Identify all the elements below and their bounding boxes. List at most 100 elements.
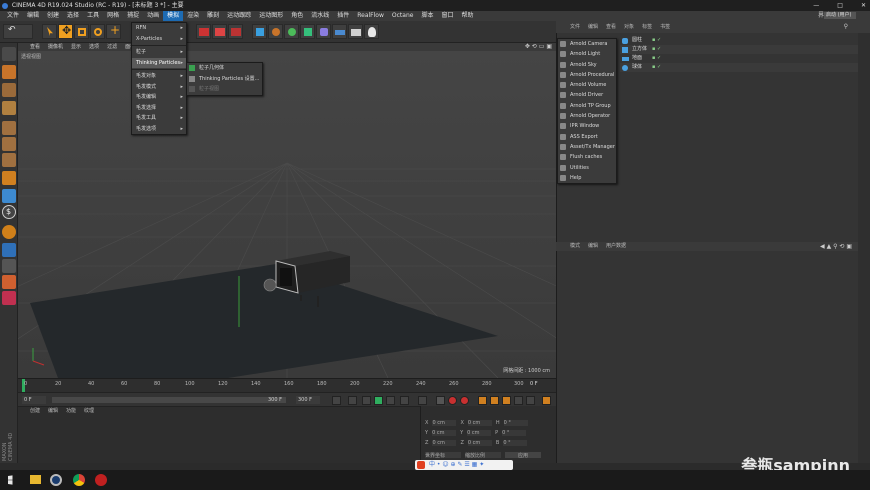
- pla-key-button[interactable]: [526, 396, 535, 405]
- menu-item-hair-objects[interactable]: 毛发对象 ▸: [132, 71, 186, 82]
- menu-select[interactable]: 选择: [63, 11, 83, 21]
- cube-button[interactable]: [252, 24, 267, 39]
- menu-file[interactable]: 文件: [3, 11, 23, 21]
- axis-mode-button[interactable]: [2, 171, 16, 185]
- visibility-dots[interactable]: ▪ ✓: [652, 36, 661, 45]
- menu-simulate[interactable]: 模拟: [163, 11, 184, 21]
- end-frame-field[interactable]: 300 F: [268, 396, 290, 404]
- subdivision-button[interactable]: [284, 24, 299, 39]
- array-button[interactable]: [300, 24, 315, 39]
- menu-item-hair-select[interactable]: 毛发选择 ▸: [132, 103, 186, 114]
- render-picture-button[interactable]: [212, 24, 227, 39]
- object-menu-objects[interactable]: 对象: [620, 21, 638, 33]
- menu-item-xparticles[interactable]: X-Particles ▸: [132, 34, 186, 45]
- select-tool-button[interactable]: [42, 24, 57, 39]
- material-menu-create[interactable]: 创建: [26, 407, 44, 415]
- keyframe-selection-button[interactable]: [460, 396, 469, 405]
- menu-item-hair-tools[interactable]: 毛发工具 ▸: [132, 113, 186, 124]
- deformer-button[interactable]: [316, 24, 331, 39]
- search-icon[interactable]: ⚲: [844, 21, 848, 33]
- menu-item-hair-mode[interactable]: 毛发模式 ▸: [132, 82, 186, 93]
- menu-sculpt[interactable]: 雕刻: [203, 11, 223, 21]
- rot-b-field[interactable]: 0 °: [503, 440, 528, 446]
- object-menu-view[interactable]: 查看: [602, 21, 620, 33]
- cinema4d-taskbar-icon[interactable]: [50, 474, 62, 486]
- attribute-menu-userdata[interactable]: 用户数据: [602, 242, 630, 251]
- menu-edit[interactable]: 编辑: [23, 11, 43, 21]
- viewport-nav-icons[interactable]: ✥ ⟲ ▭ ▣: [525, 43, 552, 51]
- sculpt-button[interactable]: [2, 243, 16, 257]
- pos-y-field[interactable]: 0 cm: [432, 430, 457, 436]
- param-key-button[interactable]: [514, 396, 523, 405]
- ime-toolbar[interactable]: 中 • ☺ ⊕ ✎ ☰ ▦ ✦: [415, 460, 513, 470]
- menu-item-arnold-operator[interactable]: Arnold Operator: [558, 111, 616, 121]
- size-mode-select[interactable]: 缩放比例: [465, 452, 501, 459]
- menu-pipeline[interactable]: 流水线: [307, 11, 333, 21]
- record-app-icon[interactable]: [95, 474, 107, 486]
- render-view-button[interactable]: [196, 24, 211, 39]
- menu-tools[interactable]: 工具: [83, 11, 103, 21]
- visibility-dots[interactable]: ▪ ✓: [652, 45, 661, 54]
- undo-button[interactable]: ↶: [3, 24, 33, 39]
- render-settings-button[interactable]: [228, 24, 243, 39]
- menu-item-arnold-tp-group[interactable]: Arnold TP Group: [558, 101, 616, 111]
- menu-help[interactable]: 帮助: [457, 11, 477, 21]
- menu-motion-tracking[interactable]: 运动跟踪: [223, 11, 255, 21]
- polygons-mode-button[interactable]: [2, 153, 16, 167]
- pos-x-field[interactable]: 0 cm: [432, 420, 457, 426]
- menu-item-utilities[interactable]: Utilities: [558, 163, 616, 173]
- menu-create[interactable]: 创建: [43, 11, 63, 21]
- goto-start-button[interactable]: [332, 396, 341, 405]
- menu-octane[interactable]: Octane: [388, 11, 418, 21]
- chrome-icon[interactable]: [73, 474, 85, 486]
- layout-select[interactable]: 启动 (用户): [824, 12, 856, 19]
- maximize-button[interactable]: □: [837, 0, 843, 11]
- xparticles-button[interactable]: [2, 275, 16, 289]
- attribute-menu-mode[interactable]: 模式: [566, 242, 584, 251]
- menu-realflow[interactable]: RealFlow: [353, 11, 388, 21]
- light-button[interactable]: [364, 24, 379, 39]
- viewport-menu-display[interactable]: 显示: [67, 43, 85, 51]
- viewport-menu-filter[interactable]: 过滤: [103, 43, 121, 51]
- camera-button[interactable]: [348, 24, 363, 39]
- edges-mode-button[interactable]: [2, 137, 16, 151]
- viewport-menu-options[interactable]: 选项: [85, 43, 103, 51]
- play-button[interactable]: [374, 396, 383, 405]
- start-frame-field[interactable]: 0 F: [22, 396, 46, 404]
- material-menu-function[interactable]: 功能: [62, 407, 80, 415]
- menu-item-arnold-sky[interactable]: Arnold Sky: [558, 60, 616, 70]
- autokey-button[interactable]: [448, 396, 457, 405]
- menu-item-arnold-driver[interactable]: Arnold Driver: [558, 90, 616, 100]
- points-mode-button[interactable]: [2, 121, 16, 135]
- menu-window[interactable]: 窗口: [437, 11, 457, 21]
- make-editable-button[interactable]: [2, 47, 16, 61]
- menu-item-hair-options[interactable]: 毛发选项 ▸: [132, 124, 186, 135]
- next-key-button[interactable]: [400, 396, 409, 405]
- position-key-button[interactable]: [478, 396, 487, 405]
- menu-animate[interactable]: 动画: [143, 11, 163, 21]
- prev-key-button[interactable]: [348, 396, 357, 405]
- menu-item-ipr-window[interactable]: IPR Window: [558, 121, 616, 131]
- size-y-field[interactable]: 0 cm: [467, 430, 492, 436]
- hair-button[interactable]: [2, 259, 16, 273]
- minimize-button[interactable]: —: [813, 0, 819, 11]
- apply-button[interactable]: 应用: [505, 452, 541, 459]
- menu-character[interactable]: 角色: [287, 11, 307, 21]
- menu-item-arnold-procedural[interactable]: Arnold Procedural: [558, 70, 616, 80]
- rot-p-field[interactable]: 0 °: [502, 430, 527, 436]
- file-explorer-icon[interactable]: [30, 475, 41, 484]
- rot-h-field[interactable]: 0 °: [503, 420, 528, 426]
- scale-tool-button[interactable]: [74, 24, 89, 39]
- menu-item-rfn[interactable]: RFN ▸: [132, 23, 186, 34]
- object-row-sphere[interactable]: 球体 ▪ ✓: [620, 63, 860, 72]
- attribute-menu-edit[interactable]: 编辑: [584, 242, 602, 251]
- rotate-tool-button[interactable]: [90, 24, 105, 39]
- record-key-button[interactable]: [436, 396, 445, 405]
- menu-item-help[interactable]: Help: [558, 173, 616, 183]
- texture-mode-button[interactable]: [2, 83, 16, 97]
- end-frame-field-2[interactable]: 300 F: [296, 396, 320, 404]
- object-menu-edit[interactable]: 编辑: [584, 21, 602, 33]
- menu-item-flush-caches[interactable]: Flush caches: [558, 152, 616, 162]
- menu-item-particles[interactable]: 粒子 ▸: [132, 47, 186, 58]
- snap-button[interactable]: [2, 189, 16, 203]
